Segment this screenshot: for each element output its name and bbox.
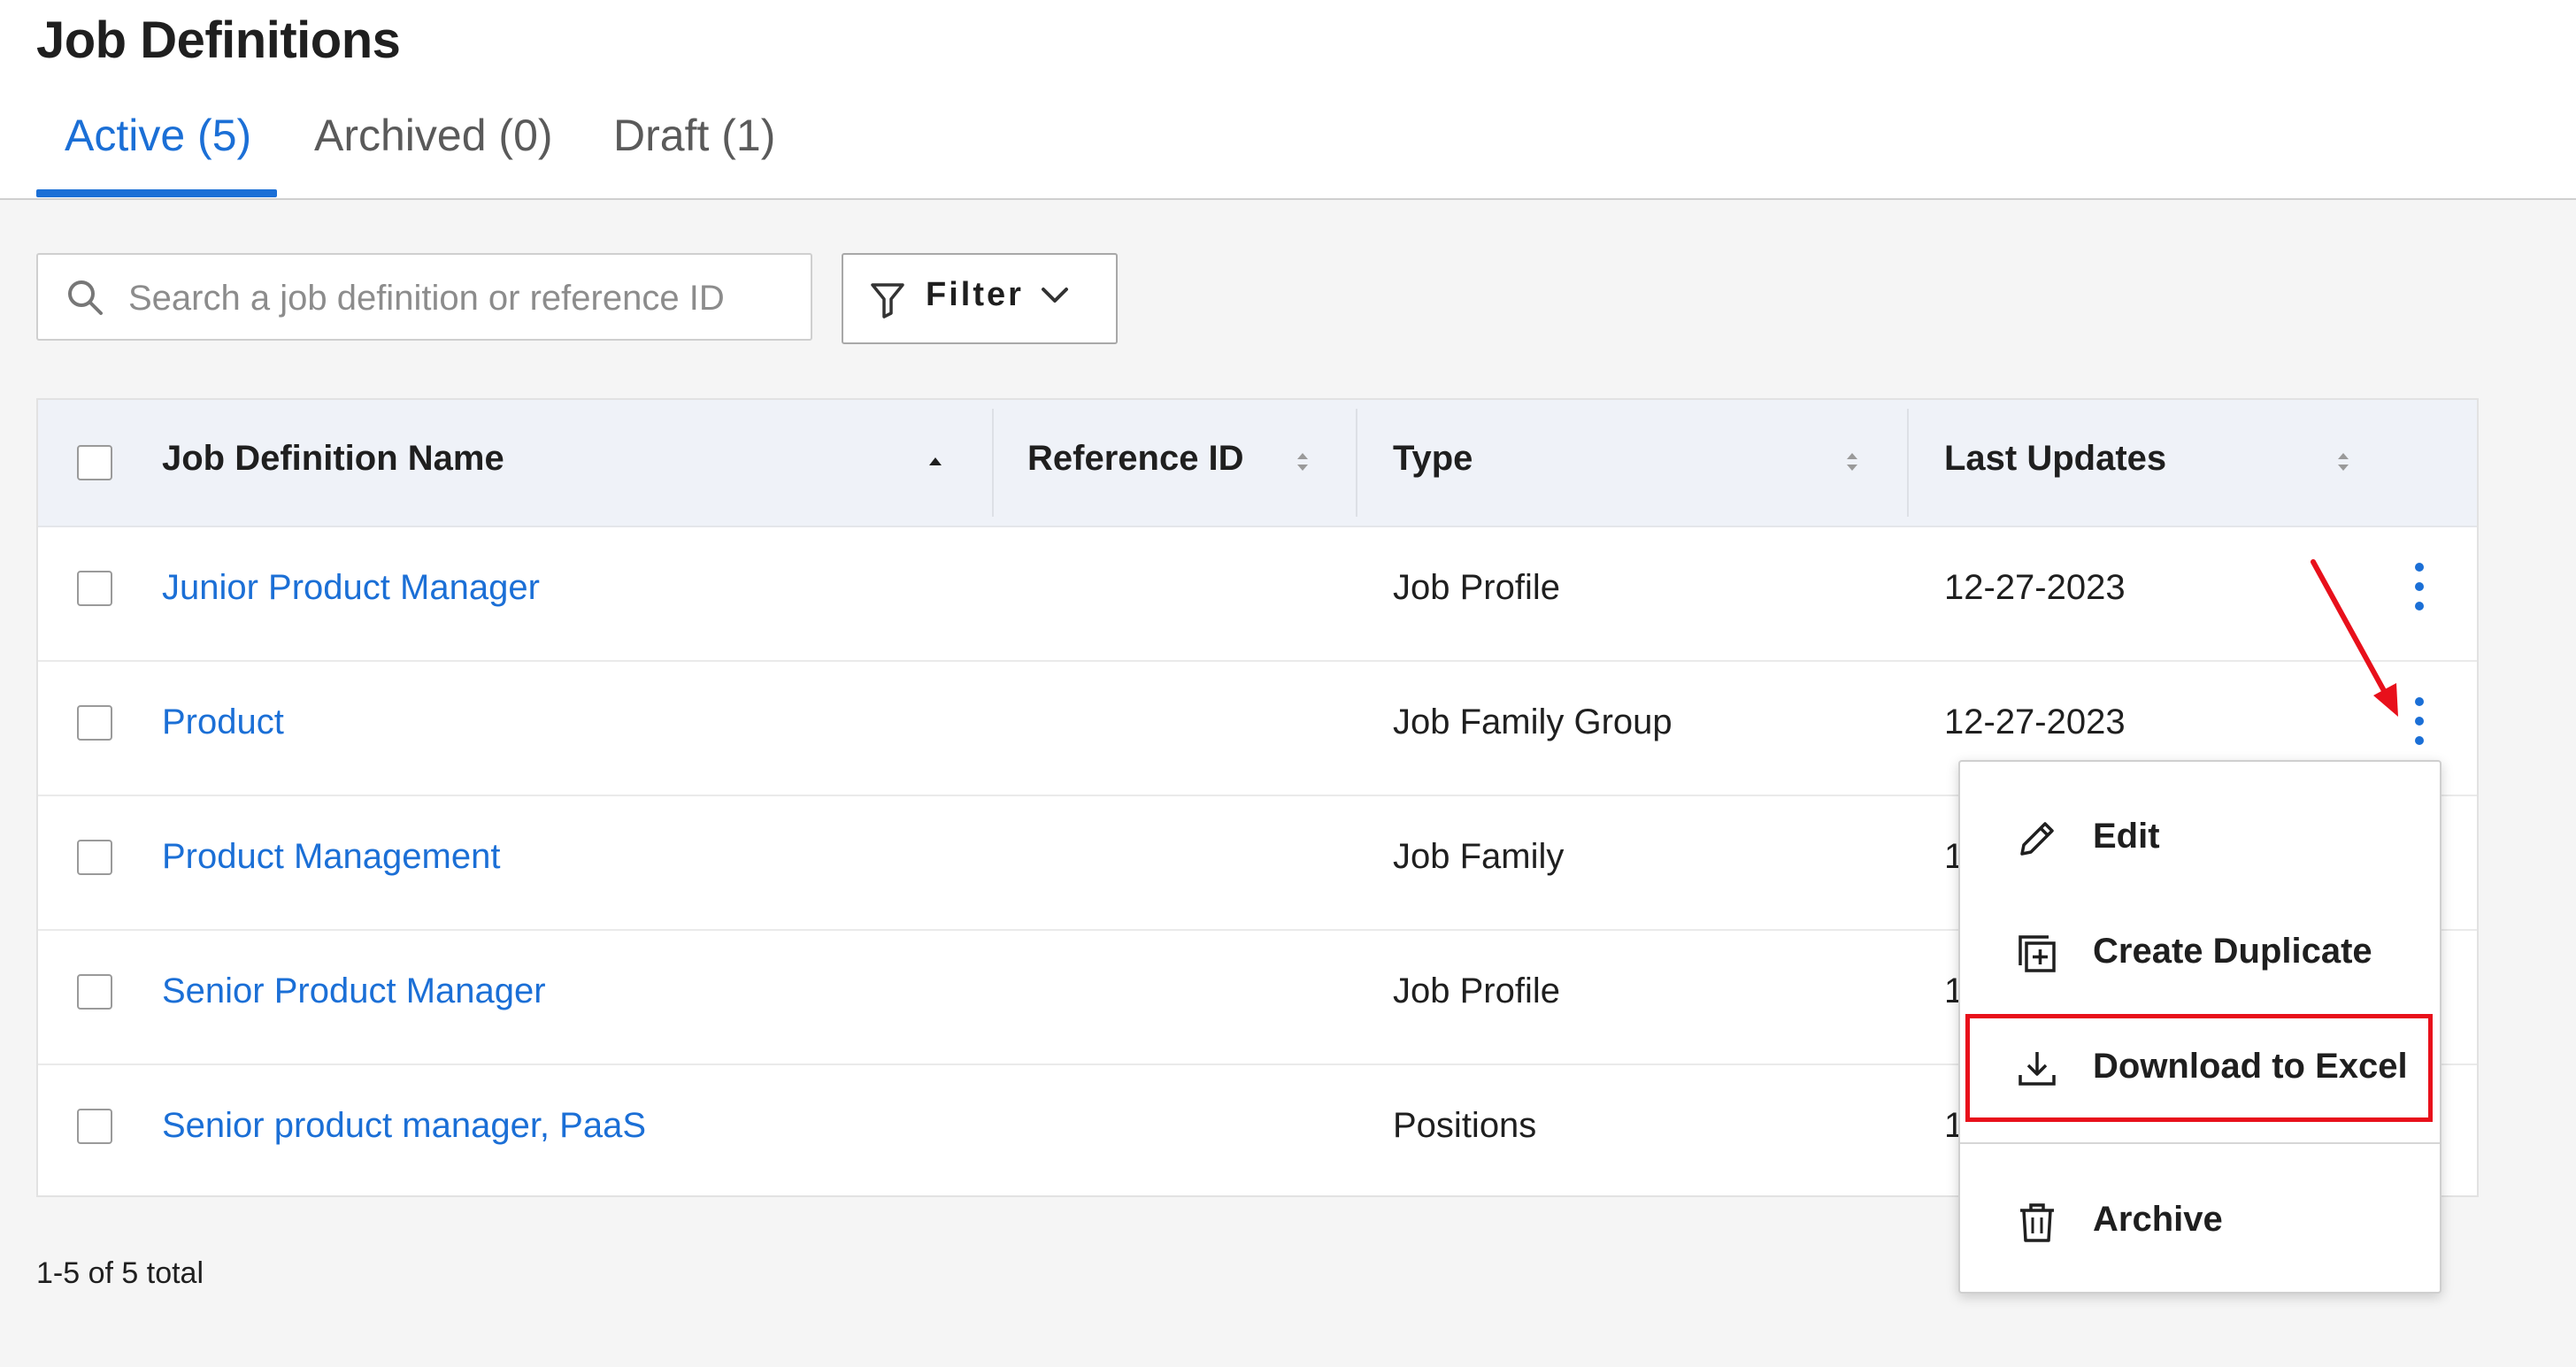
menu-item-label: Archive (2093, 1200, 2223, 1239)
pencil-icon (2020, 822, 2054, 856)
type-cell: Job Family Group (1393, 703, 1672, 741)
duplicate-icon (2019, 935, 2056, 972)
menu-item-label: Create Duplicate (2093, 932, 2372, 971)
menu-divider (1960, 1142, 2440, 1144)
menu-item-edit[interactable]: Edit (1960, 790, 2440, 887)
column-header-type[interactable]: Type (1393, 439, 1473, 479)
sort-icon[interactable] (1844, 449, 1860, 474)
table-row: Junior Product Manager Job Profile 12-27… (38, 526, 2477, 662)
select-all-checkbox[interactable] (77, 445, 112, 480)
row-checkbox[interactable] (77, 705, 112, 741)
type-cell: Job Profile (1393, 971, 1560, 1010)
filter-label: Filter (926, 276, 1024, 313)
row-checkbox[interactable] (77, 974, 112, 1010)
type-cell: Job Profile (1393, 568, 1560, 607)
menu-item-create-duplicate[interactable]: Create Duplicate (1960, 905, 2440, 1002)
trash-icon (2020, 1203, 2054, 1242)
row-checkbox[interactable] (77, 571, 112, 606)
filter-icon (871, 283, 904, 319)
column-divider (1907, 409, 1909, 517)
tab-active[interactable]: Active (5) (65, 110, 251, 161)
menu-item-archive[interactable]: Archive (1960, 1173, 2440, 1271)
column-header-reference-id[interactable]: Reference ID (1027, 439, 1244, 479)
last-updated-cell: 12-27-2023 (1944, 568, 2126, 607)
job-name-link[interactable]: Product Management (162, 837, 500, 877)
job-name-link[interactable]: Product (162, 703, 284, 742)
menu-item-label: Edit (2093, 817, 2160, 856)
column-divider (992, 409, 994, 517)
sort-icon[interactable] (2335, 449, 2351, 474)
tab-archived[interactable]: Archived (0) (314, 110, 553, 161)
tab-draft[interactable]: Draft (1) (613, 110, 775, 161)
active-tab-indicator (36, 189, 277, 197)
sort-ascending-icon[interactable] (927, 453, 943, 471)
annotation-highlight-box (1965, 1014, 2433, 1122)
annotation-arrow-icon (2311, 559, 2398, 717)
sort-icon[interactable] (1295, 449, 1311, 474)
search-input[interactable] (127, 271, 785, 326)
last-updated-cell: 12-27-2023 (1944, 703, 2126, 741)
pagination-summary: 1-5 of 5 total (36, 1256, 204, 1290)
job-name-link[interactable]: Senior Product Manager (162, 971, 546, 1011)
column-divider (1356, 409, 1357, 517)
row-checkbox[interactable] (77, 1109, 112, 1144)
column-header-name[interactable]: Job Definition Name (162, 439, 504, 479)
page-header: Job Definitions Active (5) Archived (0) … (0, 0, 2576, 200)
page-title: Job Definitions (36, 12, 401, 69)
table-header: Job Definition Name Reference ID Type La… (38, 400, 2477, 527)
job-name-link[interactable]: Junior Product Manager (162, 568, 540, 608)
column-header-last-updates[interactable]: Last Updates (1944, 439, 2166, 479)
filter-button[interactable]: Filter (842, 253, 1118, 344)
job-name-link[interactable]: Senior product manager, PaaS (162, 1106, 646, 1146)
row-checkbox[interactable] (77, 840, 112, 875)
search-icon (68, 280, 103, 315)
chevron-down-icon (1042, 288, 1068, 303)
type-cell: Job Family (1393, 837, 1565, 876)
search-box[interactable] (36, 253, 812, 341)
type-cell: Positions (1393, 1106, 1537, 1145)
